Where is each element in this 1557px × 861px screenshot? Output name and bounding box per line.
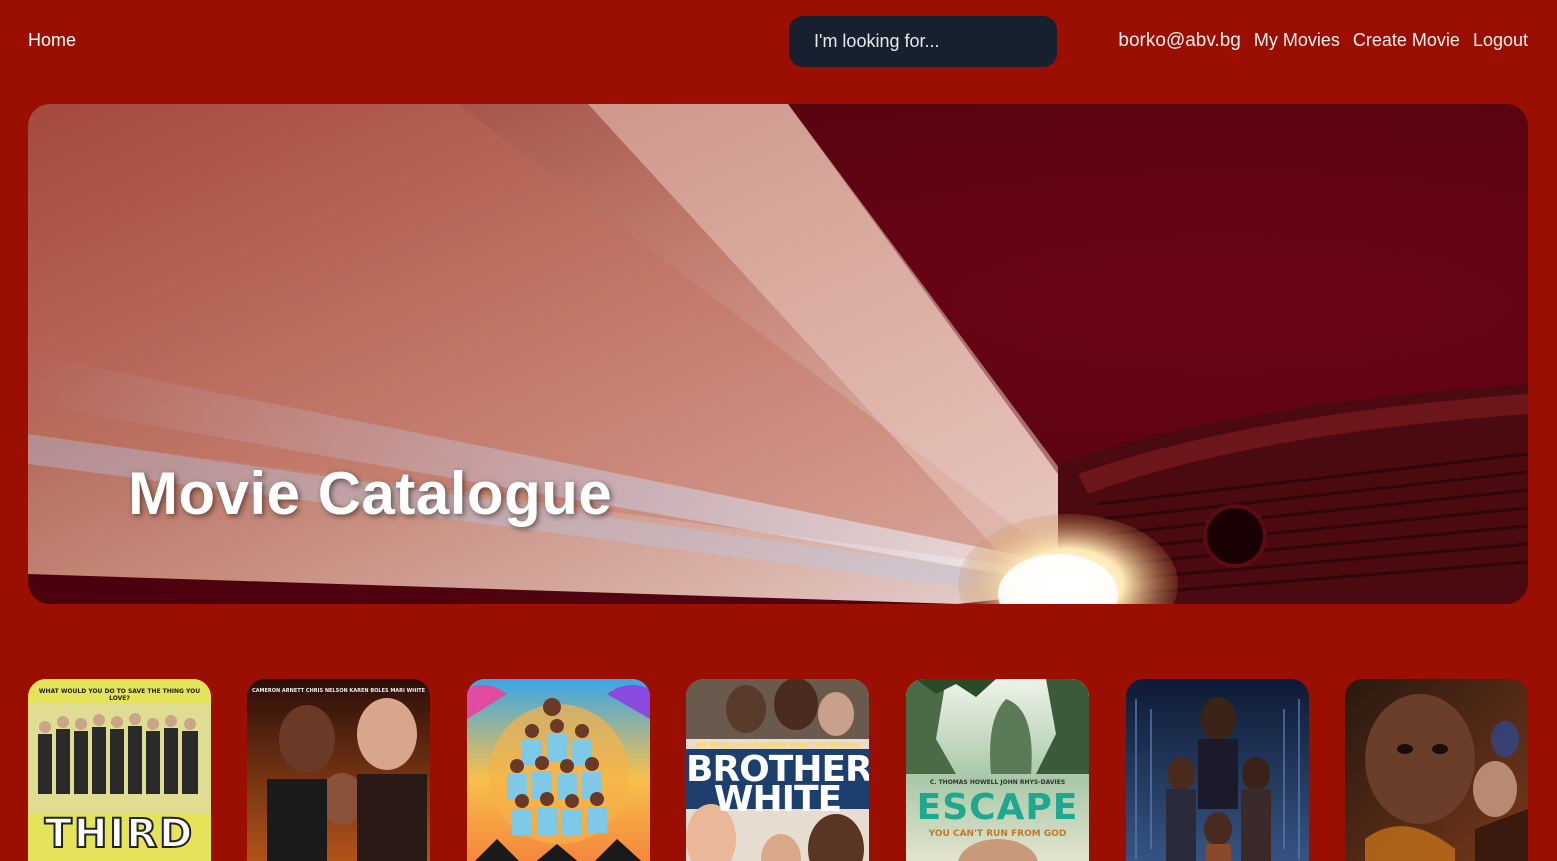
movie-card[interactable]: CAMERON ARNETT CHRIS NELSON KAREN BOLES … — [247, 679, 430, 861]
poster-credits: CAMERON ARNETT CHRIS NELSON KAREN BOLES … — [251, 688, 426, 694]
movie-card[interactable]: C. THOMAS HOWELL JOHN RHYS-DAVIES ESCAPE… — [906, 679, 1089, 861]
movie-list: WHAT WOULD YOU DO TO SAVE THE THING YOU … — [28, 679, 1528, 861]
create-movie-link[interactable]: Create Movie — [1353, 30, 1460, 51]
poster-credits: C. THOMAS HOWELL JOHN RHYS-DAVIES — [929, 779, 1066, 786]
top-nav: Home borko@abv.bg My Movies Create Movie… — [0, 0, 1557, 84]
movie-poster-image — [1345, 679, 1528, 861]
hero-title: Movie Catalogue — [128, 460, 613, 527]
logout-link[interactable]: Logout — [1473, 30, 1528, 51]
projector-beam-image — [28, 104, 1528, 604]
home-link[interactable]: Home — [28, 30, 76, 51]
poster-tagline: All Things Are Possible When You Believe — [695, 741, 860, 749]
search-box[interactable] — [789, 16, 1057, 67]
my-movies-link[interactable]: My Movies — [1254, 30, 1340, 51]
search-input[interactable] — [814, 31, 1034, 52]
poster-title: THIRD — [44, 810, 195, 858]
movie-card[interactable]: All Things Are Possible When You Believe… — [686, 679, 869, 861]
movie-poster-image — [1126, 679, 1309, 861]
movie-card[interactable] — [1126, 679, 1309, 861]
movie-poster-image — [467, 679, 650, 861]
poster-title: BROTHER WHITE — [686, 749, 869, 820]
movie-card[interactable] — [1345, 679, 1528, 861]
movie-card[interactable] — [467, 679, 650, 861]
hero-banner: Movie Catalogue — [28, 104, 1528, 604]
poster-subtitle: YOU CAN'T RUN FROM GOD — [928, 829, 1067, 839]
poster-tagline: WHAT WOULD YOU DO TO SAVE THE THING YOU … — [38, 688, 201, 702]
movie-card[interactable]: WHAT WOULD YOU DO TO SAVE THE THING YOU … — [28, 679, 211, 861]
movie-poster-image — [247, 679, 430, 861]
user-email: borko@abv.bg — [1118, 30, 1241, 51]
poster-title: ESCAPE — [916, 787, 1079, 828]
user-nav: borko@abv.bg My Movies Create Movie Logo… — [1118, 30, 1528, 52]
